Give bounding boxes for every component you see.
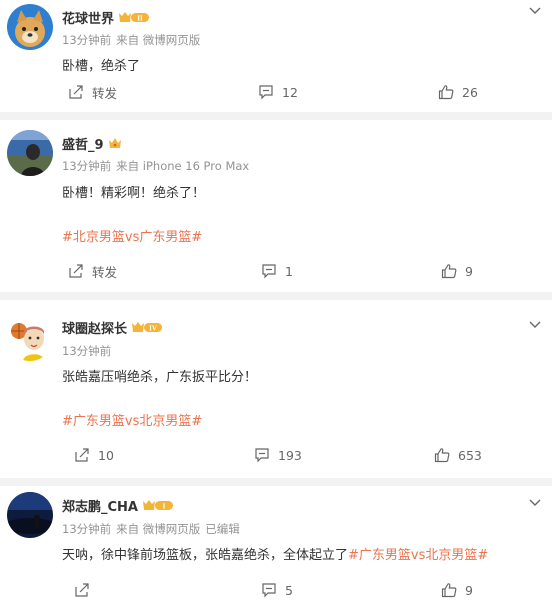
avatar[interactable] <box>7 130 53 176</box>
chevron-down-icon[interactable] <box>528 6 542 16</box>
comment-meta: 13分钟前 来自 微博网页版 <box>62 32 200 48</box>
avatar[interactable] <box>7 315 53 361</box>
topic-tag[interactable]: #北京男篮vs广东男篮# <box>62 226 202 245</box>
svg-text:IV: IV <box>149 325 157 333</box>
username[interactable]: 郑志鹏_CHA <box>62 496 138 515</box>
repost-button[interactable]: 转发 <box>68 261 117 281</box>
timestamp: 13分钟前 <box>62 33 112 47</box>
comment-button[interactable]: 1 <box>261 261 293 281</box>
timestamp: 13分钟前 <box>62 159 112 173</box>
like-button[interactable]: 9 <box>441 580 473 600</box>
repost-icon <box>69 85 83 99</box>
source: 来自 微博网页版 <box>116 33 201 47</box>
comment-count: 5 <box>285 582 293 598</box>
comment-count: 12 <box>282 84 298 100</box>
repost-icon <box>75 583 89 597</box>
comment-icon <box>262 583 276 598</box>
like-button[interactable]: 653 <box>434 445 482 465</box>
repost-icon <box>69 264 83 278</box>
comment-meta: 13分钟前 来自 微博网页版 已编辑 <box>62 521 240 537</box>
username[interactable]: 球圈赵探长 <box>62 318 127 337</box>
comment-text: 张皓嘉压哨绝杀，广东扳平比分！ <box>62 370 258 385</box>
repost-button[interactable] <box>74 580 90 600</box>
thumbs-up-icon <box>441 583 457 598</box>
like-count: 26 <box>462 84 478 100</box>
like-count: 9 <box>465 582 473 598</box>
comment-card: 盛哲_9 13分钟前 来自 iPhone 16 Pro Max 卧槽！精彩啊！绝杀… <box>0 120 552 292</box>
comment-button[interactable]: 193 <box>254 445 302 465</box>
source: 来自 微博网页版 <box>116 522 201 536</box>
thumbs-up-icon <box>434 448 450 463</box>
svg-text:I: I <box>163 503 166 511</box>
repost-label: 转发 <box>92 264 118 280</box>
timestamp: 13分钟前 <box>62 522 112 536</box>
comment-icon <box>262 264 276 279</box>
comment-text: 卧槽，绝杀了 <box>62 59 141 74</box>
topic-tag[interactable]: #广东男篮vs北京男篮# <box>348 548 488 563</box>
comment-count: 1 <box>285 263 293 279</box>
comment-meta: 13分钟前 <box>62 343 111 359</box>
topic-tag[interactable]: #广东男篮vs北京男篮# <box>62 410 202 429</box>
source: 来自 iPhone 16 Pro Max <box>116 159 250 173</box>
like-count: 9 <box>465 263 473 279</box>
comment-body: 天呐，徐中锋前场篮板，张皓嘉绝杀，全体起立了 <box>62 548 349 563</box>
avatar[interactable] <box>7 4 53 50</box>
comment-card: 球圈赵探长 IV 13分钟前 张皓嘉压哨绝杀，广东扳平比分！ #广东男篮vs北京… <box>0 300 552 478</box>
comment-count: 193 <box>278 447 302 463</box>
comment-text: 卧槽！精彩啊！绝杀了！ <box>62 186 206 201</box>
vip-badge: IV <box>131 320 163 334</box>
like-button[interactable]: 26 <box>438 82 478 102</box>
comment-card: 郑志鹏_CHA I 13分钟前 来自 微博网页版 已编辑 天呐，徐中锋前场篮板，张皓… <box>0 486 552 606</box>
comment-icon <box>259 85 273 100</box>
thumbs-up-icon <box>441 264 457 279</box>
vip-badge: I <box>142 498 174 512</box>
comment-text: 天呐，徐中锋前场篮板，张皓嘉绝杀，全体起立了#广东男篮vs北京男篮# <box>62 544 488 563</box>
username[interactable]: 花球世界 <box>62 8 114 27</box>
chevron-down-icon[interactable] <box>528 320 542 330</box>
repost-label: 转发 <box>92 85 118 101</box>
chevron-down-icon[interactable] <box>528 498 542 508</box>
like-button[interactable]: 9 <box>441 261 473 281</box>
comment-icon <box>255 448 269 463</box>
crown-icon <box>108 136 122 150</box>
comment-meta: 13分钟前 来自 iPhone 16 Pro Max <box>62 158 249 174</box>
svg-text:II: II <box>137 15 143 23</box>
comment-button[interactable]: 5 <box>261 580 293 600</box>
repost-icon <box>75 448 89 462</box>
like-count: 653 <box>458 447 482 463</box>
avatar[interactable] <box>7 492 53 538</box>
thumbs-up-icon <box>438 85 454 100</box>
repost-button[interactable]: 转发 <box>68 82 117 102</box>
edited-label: 已编辑 <box>205 522 240 536</box>
repost-count: 10 <box>98 447 114 463</box>
comment-button[interactable]: 12 <box>258 82 298 102</box>
username[interactable]: 盛哲_9 <box>62 134 104 153</box>
comment-feed: 花球世界 II 13分钟前 来自 微博网页版 卧槽，绝杀了 转发 12 26 盛… <box>0 0 552 606</box>
comment-card: 花球世界 II 13分钟前 来自 微博网页版 卧槽，绝杀了 转发 12 26 <box>0 0 552 112</box>
timestamp: 13分钟前 <box>62 344 112 358</box>
vip-badge: II <box>118 10 150 24</box>
repost-button[interactable]: 10 <box>74 445 114 465</box>
